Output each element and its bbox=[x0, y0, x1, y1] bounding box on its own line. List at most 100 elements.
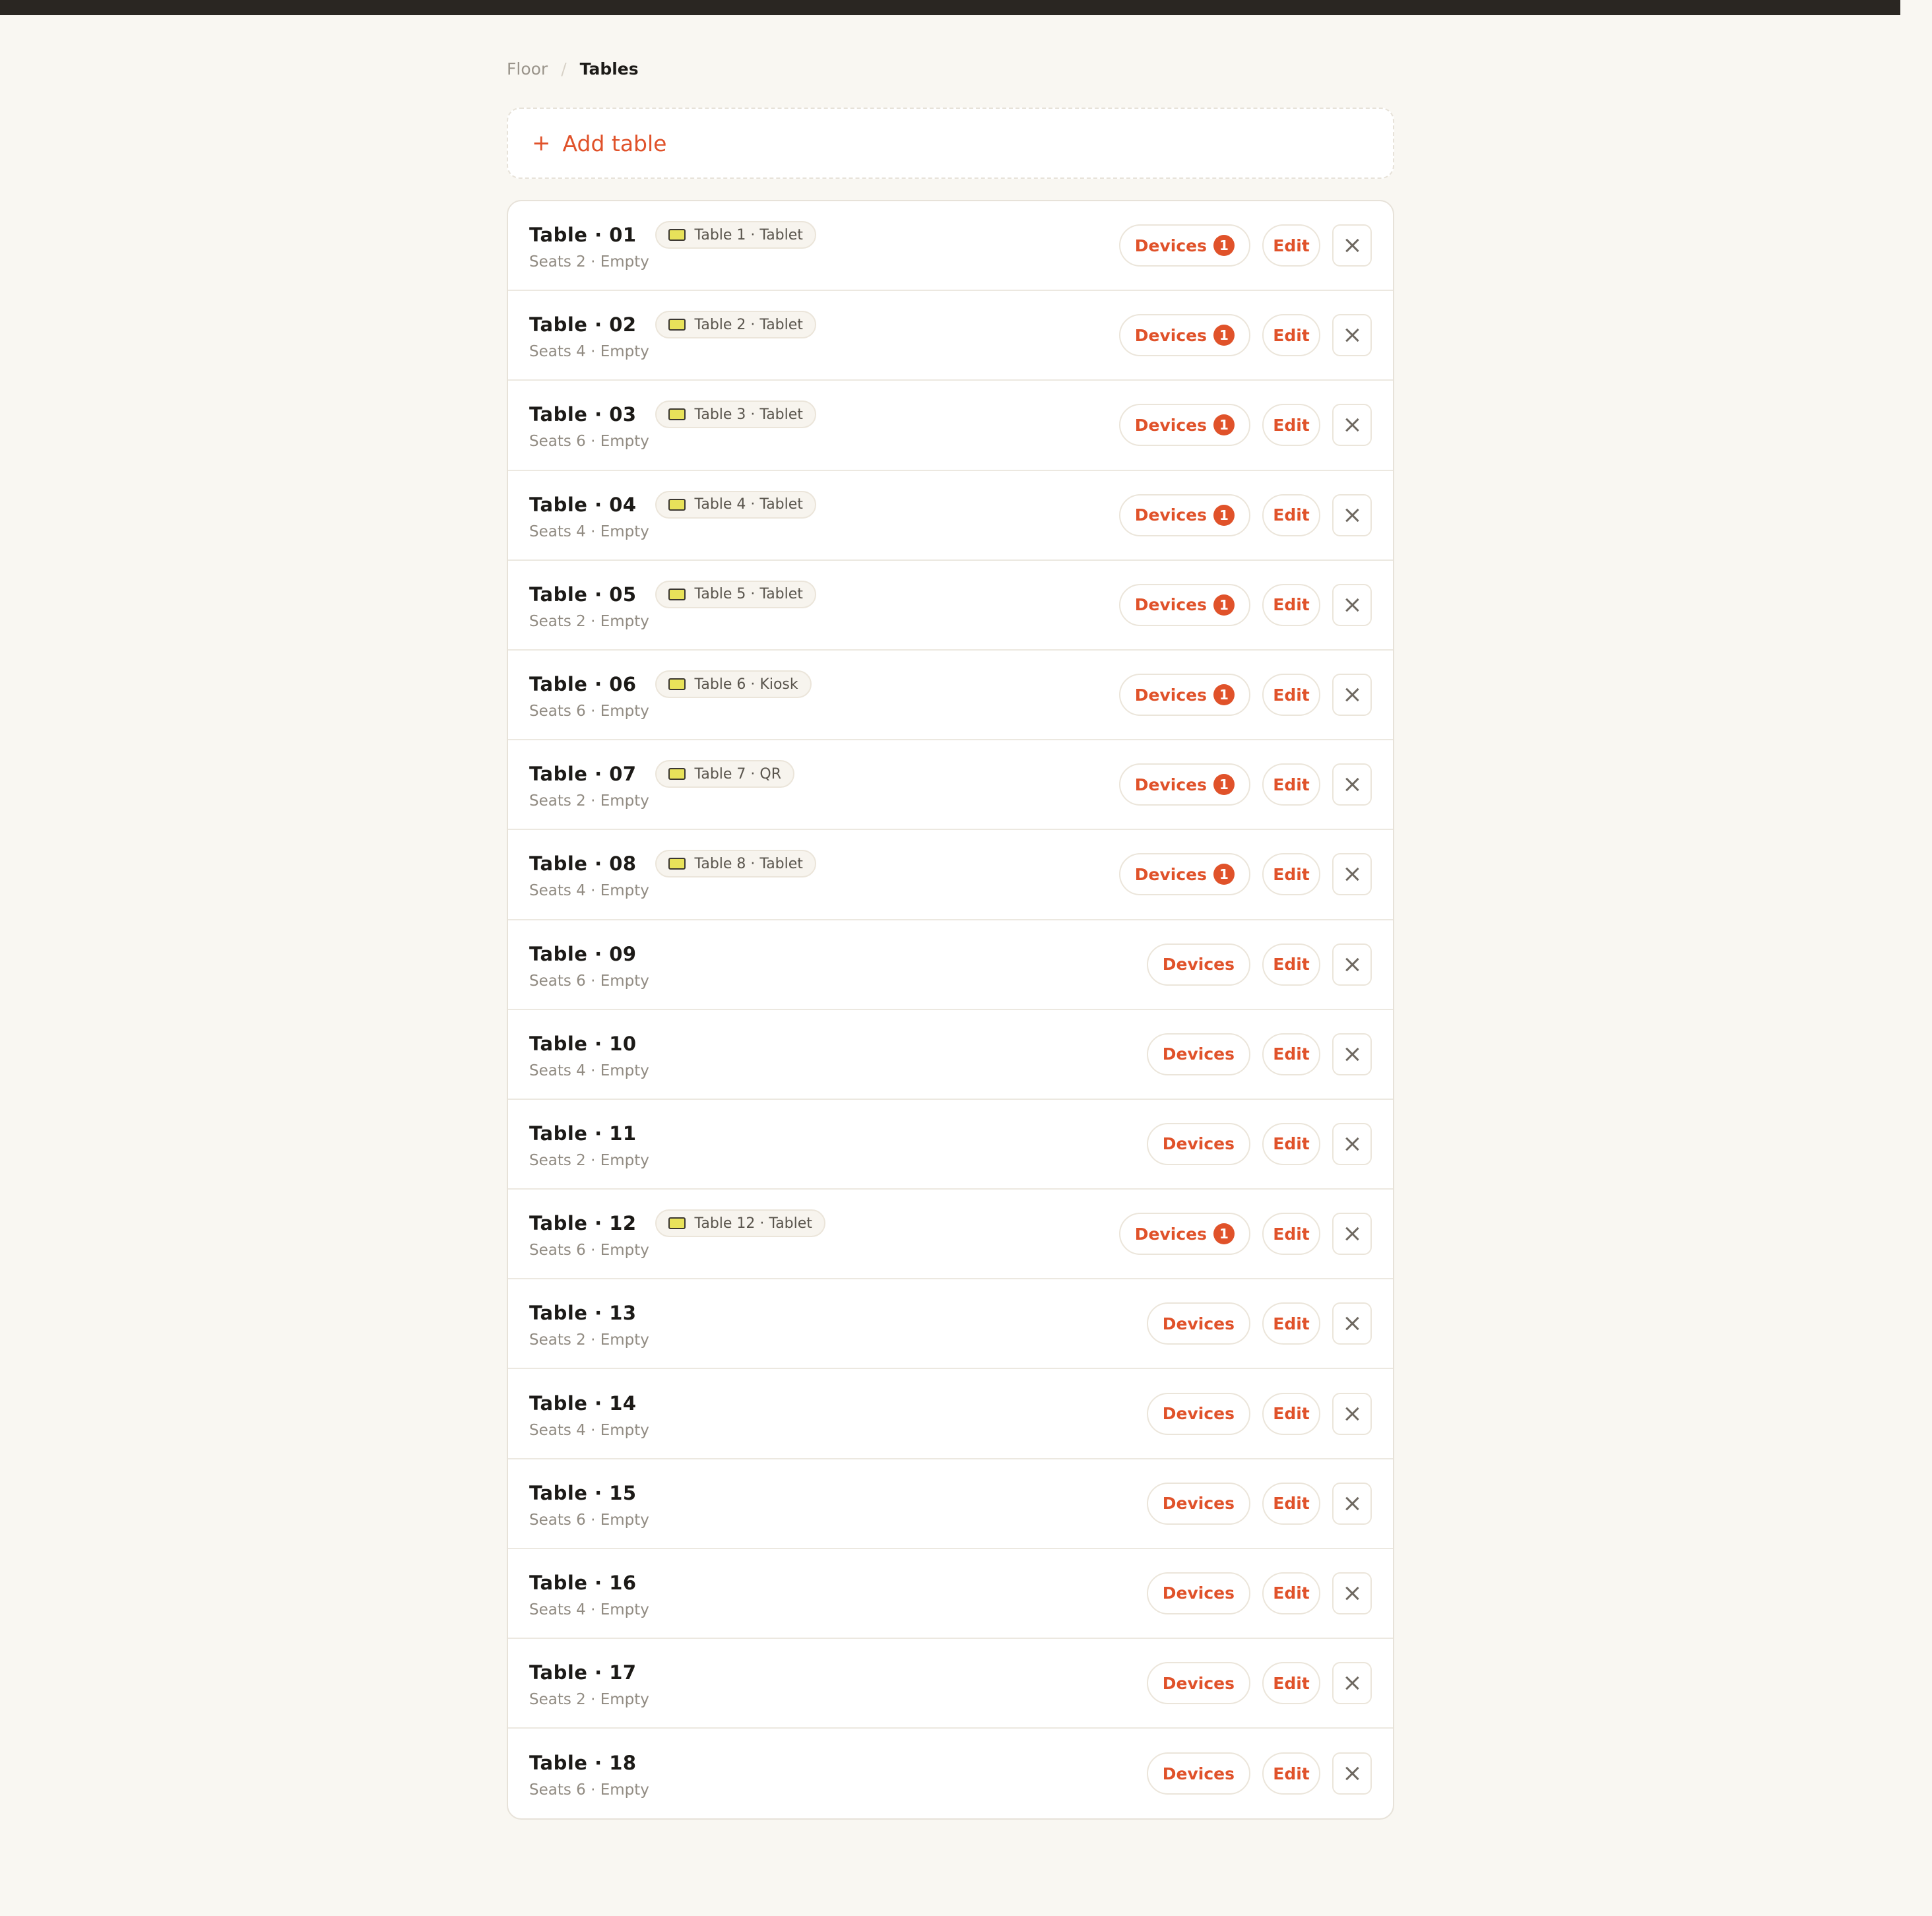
remove-table-button[interactable] bbox=[1332, 1302, 1372, 1345]
close-icon bbox=[1345, 508, 1359, 523]
devices-button[interactable]: Devices 1 bbox=[1118, 314, 1250, 357]
edit-button[interactable]: Edit bbox=[1262, 853, 1320, 896]
close-icon bbox=[1345, 1586, 1359, 1601]
breadcrumb: Floor / Tables bbox=[507, 15, 1394, 108]
remove-table-button[interactable] bbox=[1332, 494, 1372, 536]
table-info: Table · 09 Seats 6 · Empty bbox=[529, 940, 1147, 990]
edit-button-label: Edit bbox=[1273, 775, 1310, 794]
device-count-badge: 1 bbox=[1213, 594, 1235, 616]
devices-button[interactable]: Devices bbox=[1146, 943, 1250, 986]
devices-button[interactable]: Devices 1 bbox=[1118, 763, 1250, 806]
devices-button[interactable]: Devices bbox=[1146, 1033, 1250, 1075]
table-title-line: Table · 10 bbox=[529, 1029, 1147, 1058]
add-table-button[interactable]: + Add table bbox=[507, 108, 1394, 179]
devices-button[interactable]: Devices 1 bbox=[1118, 853, 1250, 896]
edit-button[interactable]: Edit bbox=[1262, 583, 1320, 626]
table-row: Table · 03 Table 3 · Tablet Seats 6 · Em… bbox=[508, 381, 1393, 471]
table-info: Table · 01 Table 1 · Tablet Seats 2 · Em… bbox=[529, 220, 1119, 271]
table-row: Table · 09 Seats 6 · Empty Devices Edit bbox=[508, 920, 1393, 1010]
edit-button[interactable]: Edit bbox=[1262, 1122, 1320, 1165]
table-row: Table · 13 Seats 2 · Empty Devices Edit bbox=[508, 1279, 1393, 1370]
remove-table-button[interactable] bbox=[1332, 1572, 1372, 1614]
device-chip-label: Table 7 · QR bbox=[694, 765, 782, 782]
devices-button[interactable]: Devices 1 bbox=[1118, 404, 1250, 447]
devices-button[interactable]: Devices 1 bbox=[1118, 674, 1250, 717]
remove-table-button[interactable] bbox=[1332, 943, 1372, 986]
devices-button[interactable]: Devices 1 bbox=[1118, 583, 1250, 626]
remove-table-button[interactable] bbox=[1332, 1033, 1372, 1075]
devices-button[interactable]: Devices bbox=[1146, 1122, 1250, 1165]
remove-table-button[interactable] bbox=[1332, 763, 1372, 806]
table-row: Table · 15 Seats 6 · Empty Devices Edit bbox=[508, 1459, 1393, 1549]
devices-button[interactable]: Devices 1 bbox=[1118, 224, 1250, 267]
devices-button[interactable]: Devices bbox=[1146, 1302, 1250, 1345]
remove-table-button[interactable] bbox=[1332, 404, 1372, 447]
device-chip: Table 1 · Tablet bbox=[655, 221, 816, 249]
close-icon bbox=[1345, 418, 1359, 432]
edit-button[interactable]: Edit bbox=[1262, 1662, 1320, 1705]
remove-table-button[interactable] bbox=[1332, 224, 1372, 267]
devices-button-label: Devices bbox=[1162, 1583, 1235, 1603]
remove-table-button[interactable] bbox=[1332, 314, 1372, 357]
close-icon bbox=[1345, 867, 1359, 881]
table-info: Table · 05 Table 5 · Tablet Seats 2 · Em… bbox=[529, 580, 1119, 630]
remove-table-button[interactable] bbox=[1332, 1122, 1372, 1165]
devices-button[interactable]: Devices bbox=[1146, 1482, 1250, 1525]
devices-button[interactable]: Devices bbox=[1146, 1752, 1250, 1795]
edit-button[interactable]: Edit bbox=[1262, 763, 1320, 806]
edit-button[interactable]: Edit bbox=[1262, 1392, 1320, 1435]
tablet-icon bbox=[668, 858, 686, 870]
breadcrumb-floor-link[interactable]: Floor bbox=[507, 59, 548, 79]
table-row: Table · 08 Table 8 · Tablet Seats 4 · Em… bbox=[508, 830, 1393, 920]
devices-button-label: Devices bbox=[1162, 1404, 1235, 1424]
table-list: Table · 01 Table 1 · Tablet Seats 2 · Em… bbox=[507, 200, 1394, 1820]
close-icon bbox=[1345, 1316, 1359, 1331]
edit-button[interactable]: Edit bbox=[1262, 943, 1320, 986]
remove-table-button[interactable] bbox=[1332, 674, 1372, 717]
devices-button-label: Devices bbox=[1134, 325, 1207, 345]
device-chip-label: Table 2 · Tablet bbox=[694, 316, 803, 333]
row-actions: Devices 1 Edit bbox=[1118, 853, 1372, 896]
edit-button[interactable]: Edit bbox=[1262, 404, 1320, 447]
table-info: Table · 06 Table 6 · Kiosk Seats 6 · Emp… bbox=[529, 670, 1119, 720]
table-name: Table · 17 bbox=[529, 1661, 637, 1684]
remove-table-button[interactable] bbox=[1332, 1392, 1372, 1435]
devices-button-label: Devices bbox=[1134, 236, 1207, 255]
table-title-line: Table · 17 bbox=[529, 1658, 1147, 1687]
remove-table-button[interactable] bbox=[1332, 1213, 1372, 1256]
device-count-badge: 1 bbox=[1213, 684, 1235, 706]
devices-button[interactable]: Devices bbox=[1146, 1572, 1250, 1614]
table-info: Table · 08 Table 8 · Tablet Seats 4 · Em… bbox=[529, 849, 1119, 899]
edit-button[interactable]: Edit bbox=[1262, 1033, 1320, 1075]
edit-button[interactable]: Edit bbox=[1262, 674, 1320, 717]
edit-button[interactable]: Edit bbox=[1262, 1482, 1320, 1525]
edit-button[interactable]: Edit bbox=[1262, 494, 1320, 536]
breadcrumb-separator: / bbox=[561, 59, 567, 79]
table-info: Table · 11 Seats 2 · Empty bbox=[529, 1119, 1147, 1169]
edit-button[interactable]: Edit bbox=[1262, 1302, 1320, 1345]
remove-table-button[interactable] bbox=[1332, 1662, 1372, 1705]
edit-button[interactable]: Edit bbox=[1262, 1572, 1320, 1614]
table-name: Table · 09 bbox=[529, 942, 637, 965]
remove-table-button[interactable] bbox=[1332, 583, 1372, 626]
remove-table-button[interactable] bbox=[1332, 853, 1372, 896]
remove-table-button[interactable] bbox=[1332, 1752, 1372, 1795]
table-name: Table · 15 bbox=[529, 1481, 637, 1504]
table-title-line: Table · 04 Table 4 · Tablet bbox=[529, 490, 1119, 519]
devices-button[interactable]: Devices bbox=[1146, 1662, 1250, 1705]
table-row: Table · 14 Seats 4 · Empty Devices Edit bbox=[508, 1369, 1393, 1459]
devices-button[interactable]: Devices 1 bbox=[1118, 494, 1250, 536]
plus-icon: + bbox=[532, 130, 551, 156]
devices-button[interactable]: Devices 1 bbox=[1118, 1213, 1250, 1256]
table-name: Table · 05 bbox=[529, 583, 637, 606]
tablet-icon bbox=[668, 678, 686, 691]
device-chip: Table 12 · Tablet bbox=[655, 1209, 825, 1238]
close-icon bbox=[1345, 777, 1359, 792]
remove-table-button[interactable] bbox=[1332, 1482, 1372, 1525]
edit-button-label: Edit bbox=[1273, 1764, 1310, 1783]
devices-button[interactable]: Devices bbox=[1146, 1392, 1250, 1435]
edit-button[interactable]: Edit bbox=[1262, 1213, 1320, 1256]
edit-button[interactable]: Edit bbox=[1262, 224, 1320, 267]
edit-button[interactable]: Edit bbox=[1262, 1752, 1320, 1795]
edit-button[interactable]: Edit bbox=[1262, 314, 1320, 357]
